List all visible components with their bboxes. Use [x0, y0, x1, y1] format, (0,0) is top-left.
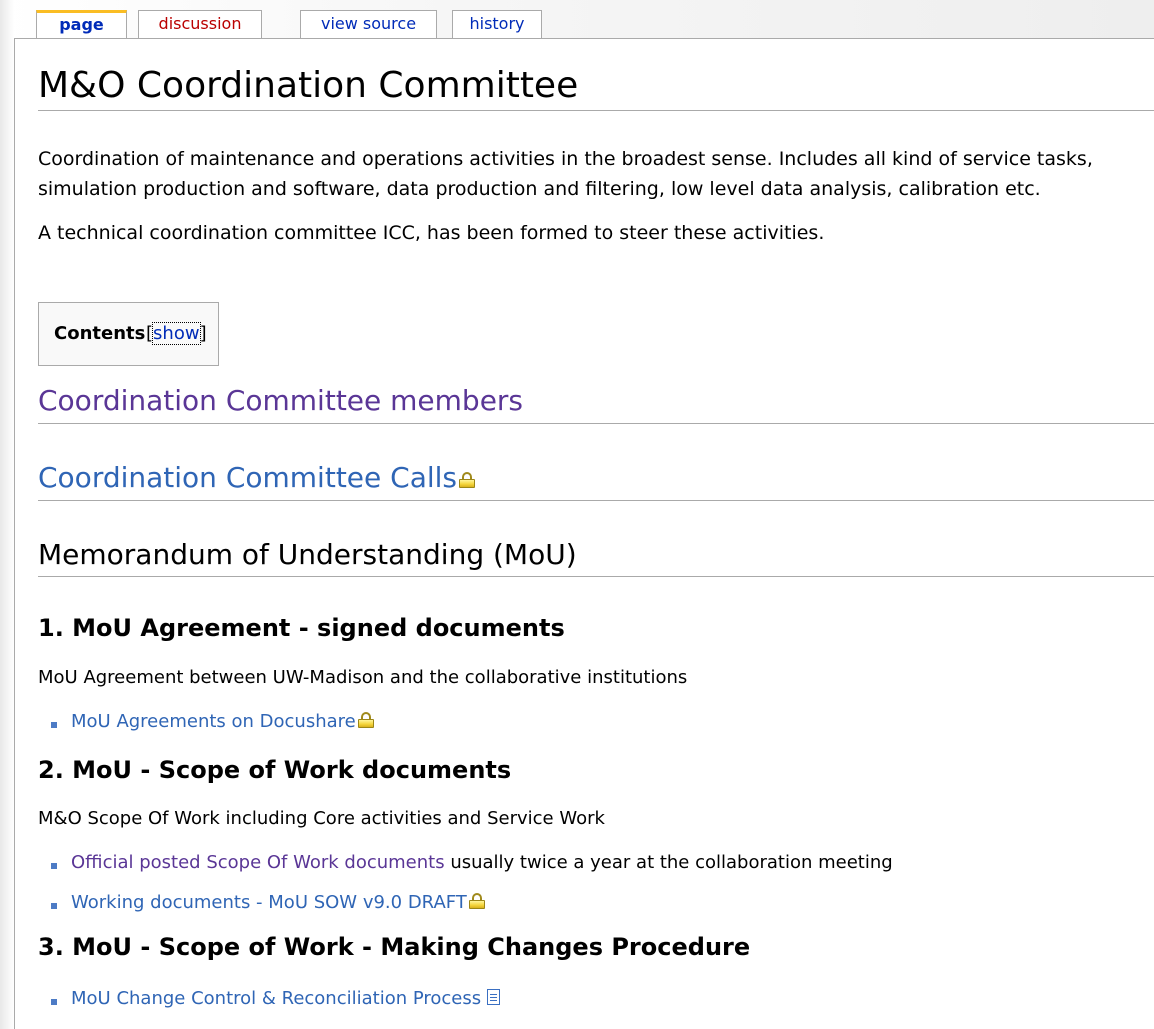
section-heading-calls-label: Coordination Committee Calls [38, 461, 458, 494]
list-item: MoU Change Control & Reconciliation Proc… [71, 988, 501, 1010]
toc-show-link[interactable]: show [152, 322, 201, 345]
tab-view-source-label: view source [320, 14, 417, 33]
lock-icon [459, 472, 476, 488]
working-documents-link[interactable]: Working documents - MoU SOW v9.0 DRAFT [71, 892, 467, 913]
list-item: MoU Agreements on Docushare [71, 711, 374, 733]
bullet-icon [51, 863, 57, 869]
sow-description: M&O Scope Of Work including Core activit… [38, 808, 605, 829]
lock-icon [468, 893, 485, 909]
intro-line-1: Coordination of maintenance and operatio… [38, 148, 1093, 170]
section-heading-members[interactable]: Coordination Committee members [38, 384, 523, 418]
intro-line-3: A technical coordination committee ICC, … [38, 222, 825, 244]
tab-page-label: page [59, 15, 104, 34]
tab-history[interactable]: history [452, 10, 542, 39]
title-divider [38, 110, 1154, 111]
table-of-contents: Contents [show] [38, 302, 219, 366]
official-sow-link[interactable]: Official posted Scope Of Work documents [71, 852, 445, 873]
intro-line-2: simulation production and software, data… [38, 178, 1041, 200]
section-heading-calls[interactable]: Coordination Committee Calls [38, 461, 476, 495]
page-title: M&O Coordination Committee [38, 65, 579, 106]
list-item: Working documents - MoU SOW v9.0 DRAFT [71, 892, 485, 914]
list-item: Official posted Scope Of Work documents … [71, 852, 893, 874]
sidebar-background [0, 0, 14, 1029]
tab-history-label: history [469, 14, 525, 33]
bullet-icon [51, 903, 57, 909]
section-divider [38, 576, 1154, 577]
section-divider [38, 423, 1154, 424]
bullet-icon [51, 722, 57, 728]
subsection-heading-sow: 2. MoU - Scope of Work documents [38, 756, 512, 784]
section-heading-mou: Memorandum of Understanding (MoU) [38, 538, 577, 571]
lock-icon [357, 712, 374, 728]
tab-page[interactable]: page [36, 10, 127, 39]
subsection-heading-agreement: 1. MoU Agreement - signed documents [38, 614, 565, 642]
toc-title: Contents [54, 323, 146, 344]
document-icon [487, 989, 501, 1005]
toc-close-bracket: ] [199, 323, 207, 344]
tab-discussion[interactable]: discussion [138, 10, 262, 39]
content-area: M&O Coordination Committee Coordination … [14, 38, 1154, 1029]
subsection-heading-changes: 3. MoU - Scope of Work - Making Changes … [38, 933, 751, 961]
page: page discussion view source history M&O … [0, 0, 1154, 1029]
toc-toggle: [show] [146, 322, 207, 345]
tab-view-source[interactable]: view source [300, 10, 437, 39]
tab-discussion-label: discussion [158, 14, 242, 33]
section-divider [38, 500, 1154, 501]
agreement-description: MoU Agreement between UW-Madison and the… [38, 667, 688, 688]
change-control-link[interactable]: MoU Change Control & Reconciliation Proc… [71, 988, 481, 1009]
docushare-link[interactable]: MoU Agreements on Docushare [71, 711, 356, 732]
official-sow-note: usually twice a year at the collaboratio… [444, 852, 893, 873]
bullet-icon [51, 999, 57, 1005]
toc-open-bracket: [ [146, 323, 154, 344]
